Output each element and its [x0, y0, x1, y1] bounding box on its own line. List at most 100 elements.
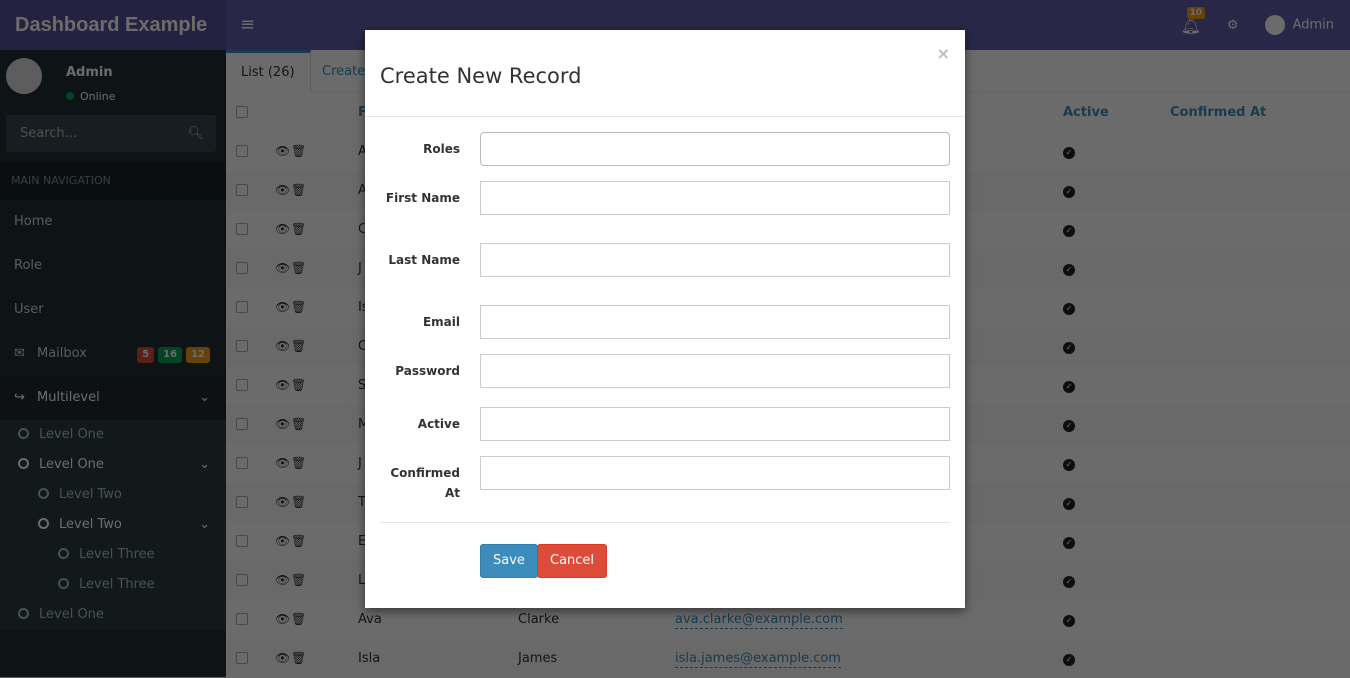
view-icon[interactable]: 👁︎: [275, 171, 290, 210]
trash-icon[interactable]: 🗑︎: [291, 288, 306, 327]
view-icon[interactable]: 👁︎: [275, 444, 290, 483]
email-link[interactable]: ava.clarke@example.com: [675, 612, 843, 629]
multilevel-submenu: Level One Level One ⌄ Level Two Level Two…: [0, 420, 226, 630]
sidebar-item-home[interactable]: Home: [0, 200, 226, 244]
trash-icon[interactable]: 🗑︎: [291, 210, 306, 249]
sidebar-user-name: Admin: [66, 65, 113, 80]
trash-icon[interactable]: 🗑︎: [291, 444, 306, 483]
field-label: Confirmed At: [390, 466, 460, 500]
check-circle-icon: ✓: [1063, 420, 1075, 432]
sidebar-item-mailbox[interactable]: ✉ Mailbox 5 16 12: [0, 332, 226, 376]
header-active[interactable]: Active: [1063, 93, 1109, 132]
trash-icon[interactable]: 🗑︎: [291, 405, 306, 444]
trash-icon[interactable]: 🗑︎: [291, 132, 306, 171]
logo[interactable]: Dashboard Example: [0, 0, 226, 50]
first-name-input[interactable]: [480, 181, 950, 215]
email-link[interactable]: isla.james@example.com: [675, 651, 841, 668]
view-icon[interactable]: 👁︎: [275, 522, 290, 561]
password-input[interactable]: [480, 354, 950, 388]
row-checkbox[interactable]: [236, 379, 248, 391]
row-checkbox[interactable]: [236, 184, 248, 196]
field-label: Password: [395, 364, 460, 378]
notifications-bell-icon[interactable]: 🔔︎ 10: [1181, 6, 1206, 35]
select-all-checkbox[interactable]: [236, 106, 248, 118]
view-icon[interactable]: 👁︎: [275, 249, 290, 288]
view-icon[interactable]: 👁︎: [275, 327, 290, 366]
cancel-button[interactable]: Cancel: [537, 544, 608, 578]
circle-icon: [38, 518, 49, 529]
trash-icon[interactable]: 🗑︎: [291, 561, 306, 600]
submenu-level-one[interactable]: Level One: [0, 420, 226, 450]
trash-icon[interactable]: 🗑︎: [291, 171, 306, 210]
last-name-input[interactable]: [480, 243, 950, 277]
trash-icon[interactable]: 🗑︎: [291, 366, 306, 405]
user-avatar-icon: [1264, 15, 1285, 35]
check-circle-icon: ✓: [1063, 264, 1075, 276]
create-record-modal: × Create New Record Roles First Name Las…: [365, 30, 965, 608]
view-icon[interactable]: 👁︎: [275, 405, 290, 444]
active-input[interactable]: [480, 407, 950, 441]
submenu-level-two-open[interactable]: Level Two ⌄: [0, 510, 226, 540]
view-icon[interactable]: 👁︎: [275, 132, 290, 171]
sidebar-item-role[interactable]: Role: [0, 244, 226, 288]
circle-icon: [18, 428, 29, 439]
email-input[interactable]: [480, 305, 950, 339]
label: Multilevel: [37, 390, 100, 405]
field-label: Roles: [423, 142, 460, 156]
trash-icon[interactable]: 🗑︎: [291, 249, 306, 288]
row-checkbox[interactable]: [236, 535, 248, 547]
confirmed-at-input[interactable]: [480, 456, 950, 490]
check-circle-icon: ✓: [1063, 342, 1075, 354]
label: Level Two: [59, 487, 122, 502]
close-icon[interactable]: ×: [937, 44, 950, 63]
row-checkbox[interactable]: [236, 301, 248, 313]
row-checkbox[interactable]: [236, 418, 248, 430]
gears-icon[interactable]: ⚙: [1227, 18, 1239, 33]
row-checkbox[interactable]: [236, 262, 248, 274]
sidebar-search-input[interactable]: Search... 🔍︎: [6, 115, 216, 152]
submenu-level-three[interactable]: Level Three: [0, 540, 226, 570]
view-icon[interactable]: 👁︎: [275, 561, 290, 600]
check-circle-icon: ✓: [1063, 576, 1075, 588]
row-checkbox[interactable]: [236, 574, 248, 586]
user-menu[interactable]: Admin: [1264, 15, 1334, 35]
row-checkbox[interactable]: [236, 145, 248, 157]
menu-toggle-icon[interactable]: ≡: [240, 14, 255, 35]
label: Level One: [39, 427, 104, 442]
submenu-level-one[interactable]: Level One: [0, 600, 226, 630]
view-icon[interactable]: 👁︎: [275, 639, 290, 678]
check-circle-icon: ✓: [1063, 225, 1075, 237]
field-label: First Name: [385, 191, 460, 205]
trash-icon[interactable]: 🗑︎: [291, 639, 306, 678]
row-checkbox[interactable]: [236, 340, 248, 352]
submenu-level-two[interactable]: Level Two: [0, 480, 226, 510]
submenu-level-one-open[interactable]: Level One ⌄: [0, 450, 226, 480]
user-status: Online: [66, 90, 115, 103]
submenu-level-three[interactable]: Level Three: [0, 570, 226, 600]
row-checkbox[interactable]: [236, 613, 248, 625]
row-checkbox[interactable]: [236, 223, 248, 235]
trash-icon[interactable]: 🗑︎: [291, 327, 306, 366]
first-name-cell: J: [358, 261, 362, 276]
row-checkbox[interactable]: [236, 652, 248, 664]
sidebar-item-multilevel[interactable]: ↪ Multilevel ⌄: [0, 376, 226, 420]
check-circle-icon: ✓: [1063, 186, 1075, 198]
row-checkbox[interactable]: [236, 457, 248, 469]
view-icon[interactable]: 👁︎: [275, 600, 290, 639]
status-text: Online: [80, 90, 116, 103]
row-checkbox[interactable]: [236, 496, 248, 508]
search-icon[interactable]: 🔍︎: [187, 115, 204, 152]
header-confirmed-at[interactable]: Confirmed At: [1170, 93, 1266, 132]
save-button[interactable]: Save: [480, 544, 538, 578]
view-icon[interactable]: 👁︎: [275, 210, 290, 249]
circle-icon: [18, 608, 29, 619]
view-icon[interactable]: 👁︎: [275, 366, 290, 405]
tab-list[interactable]: List (26): [226, 50, 311, 93]
sidebar-item-user[interactable]: User: [0, 288, 226, 332]
view-icon[interactable]: 👁︎: [275, 483, 290, 522]
trash-icon[interactable]: 🗑︎: [291, 600, 306, 639]
trash-icon[interactable]: 🗑︎: [291, 522, 306, 561]
trash-icon[interactable]: 🗑︎: [291, 483, 306, 522]
view-icon[interactable]: 👁︎: [275, 288, 290, 327]
roles-input[interactable]: [480, 132, 950, 166]
